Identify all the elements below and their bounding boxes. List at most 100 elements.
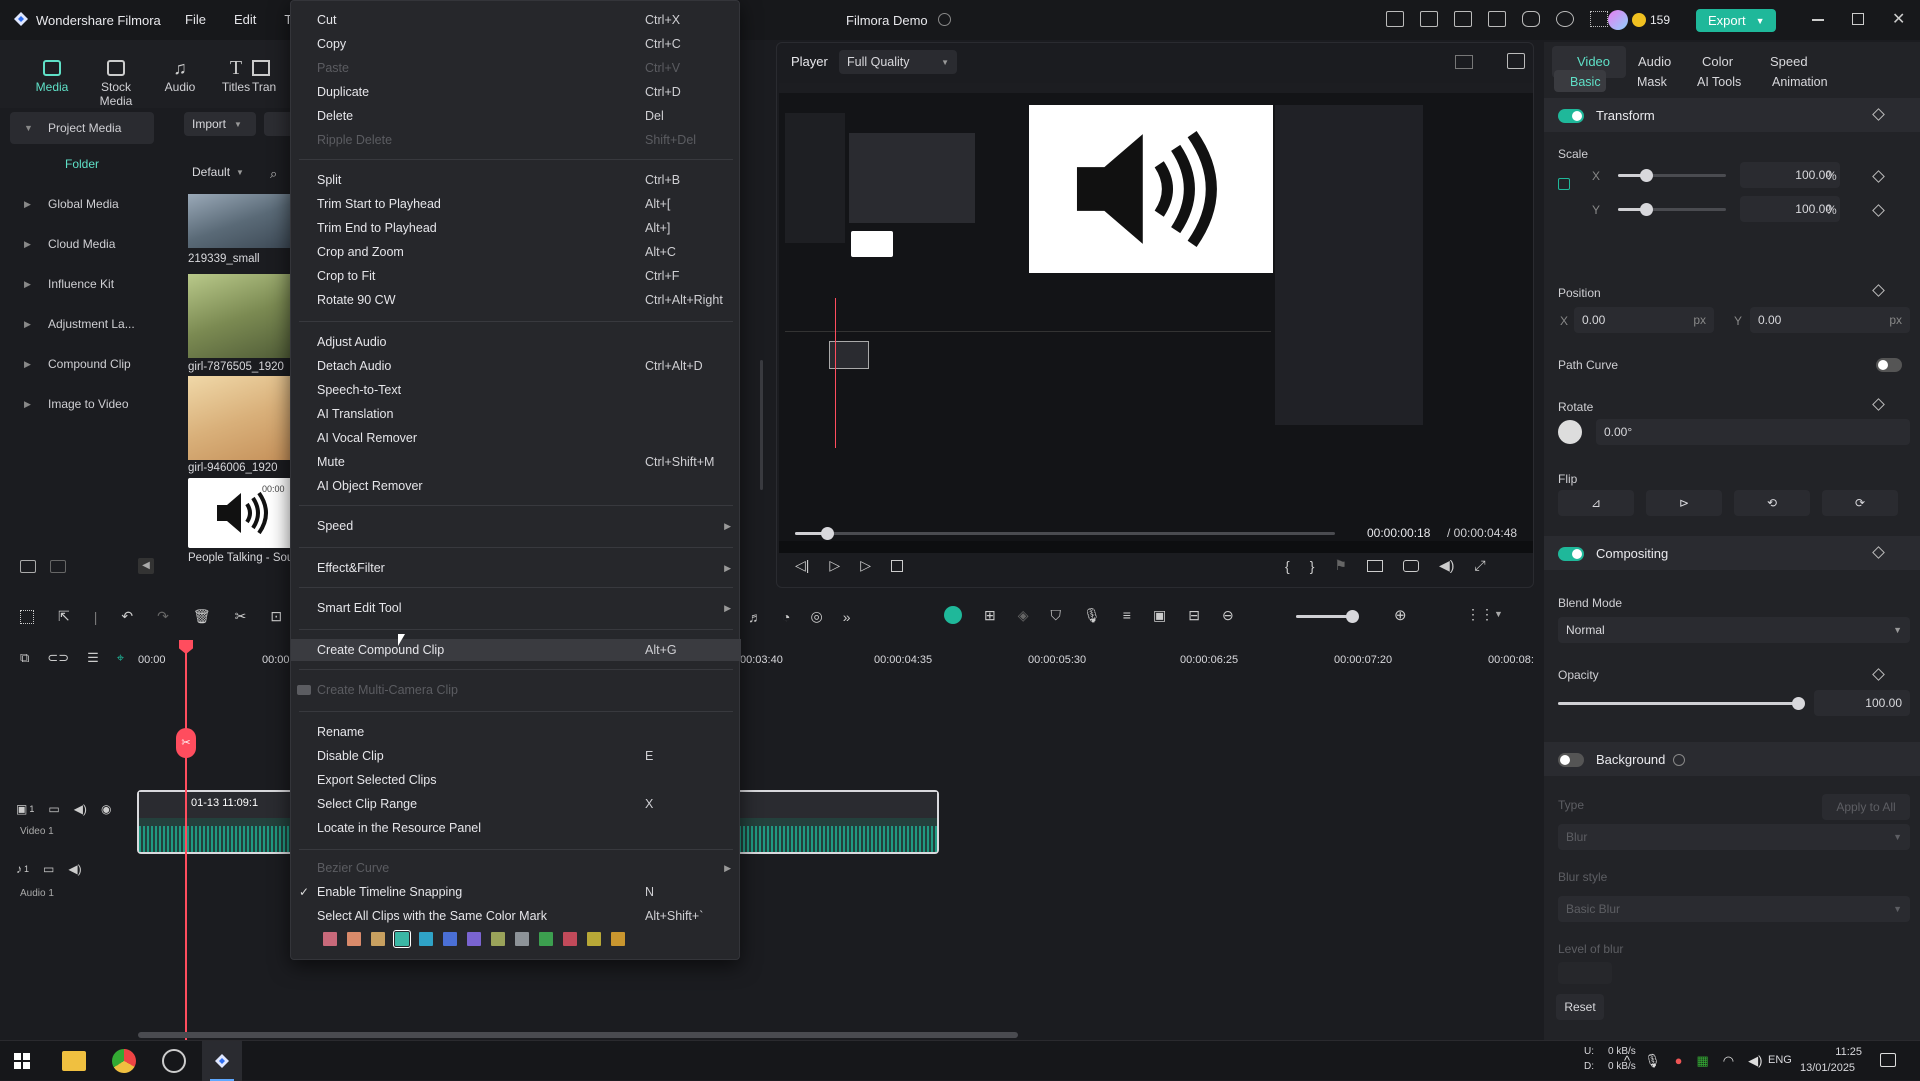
lock-ratio-icon[interactable] [1558,178,1570,190]
color-mark-swatch[interactable] [371,932,385,946]
tab-video[interactable]: Video [1577,54,1610,69]
search-icon[interactable]: ⌕ [270,166,277,182]
rotate-right-button[interactable]: ⟳ [1822,490,1898,516]
tool-media[interactable]: Media [20,56,84,94]
subtab-animation[interactable]: Animation [1772,75,1828,89]
track-manager-icon[interactable]: ☰ [87,650,99,666]
transform-toggle[interactable] [1558,108,1584,123]
eye-icon[interactable]: ◉ [101,802,111,816]
split-marker-icon[interactable]: ✂ [176,728,196,758]
keyframe-icon[interactable] [1872,284,1885,297]
apps-grid-icon[interactable] [1590,11,1608,27]
menu-item-crop-to-fit[interactable]: Crop to Fit Ctrl+F [291,265,741,287]
add-track-icon[interactable]: ⧉ [20,650,29,666]
cloud-upload-icon[interactable] [1522,11,1540,27]
menu-item-ai-object-remover[interactable]: AI Object Remover [291,475,741,497]
path-curve-toggle[interactable] [1876,358,1902,372]
menu-item-smart-edit-tool[interactable]: Smart Edit Tool ▶ [291,597,741,619]
menu-edit[interactable]: Edit [234,12,256,27]
menu-item-speed[interactable]: Speed ▶ [291,515,741,537]
menu-item-select-all-clips-with-the-same-color-mark[interactable]: Select All Clips with the Same Color Mar… [291,905,741,927]
rotate-left-button[interactable]: ⟲ [1734,490,1810,516]
support-icon[interactable] [1556,11,1574,27]
menu-item-select-clip-range[interactable]: Select Clip Range X [291,793,741,815]
help-icon[interactable] [1673,753,1686,766]
keyframe-tool-icon[interactable]: ◈ [1018,607,1029,624]
tab-audio[interactable]: Audio [1638,54,1671,69]
grid-view-icon[interactable] [1455,55,1473,69]
stop-icon[interactable] [890,559,903,572]
playback-progress[interactable] [795,527,1335,540]
step-back-icon[interactable]: ◁| [795,557,809,574]
nav-folder[interactable]: Folder [10,144,154,184]
color-mark-swatch[interactable] [393,930,411,948]
layout-icon[interactable] [20,609,34,624]
menu-item-detach-audio[interactable]: Detach Audio Ctrl+Alt+D [291,355,741,377]
notifications-icon[interactable] [1880,1053,1896,1067]
menu-file[interactable]: File [185,12,206,27]
chevron-up-icon[interactable]: ^ [1624,1053,1630,1069]
color-mark-swatch[interactable] [467,932,481,946]
scale-x-input[interactable]: 100.00 [1740,162,1840,188]
crop-icon[interactable]: ⊡ [270,608,282,625]
file-explorer-icon[interactable] [62,1051,86,1071]
motion-tracking-icon[interactable]: ◎ [810,608,822,625]
blur-level-option[interactable] [1558,962,1612,984]
menu-item-disable-clip[interactable]: Disable Clip E [291,745,741,767]
playhead[interactable] [185,640,187,1040]
avatar[interactable] [1608,10,1628,30]
blend-mode-dropdown[interactable]: Normal ▼ [1558,617,1910,643]
timeline-scrollbar[interactable] [138,1032,1018,1038]
tab-color[interactable]: Color [1702,54,1733,69]
snapshot-image-icon[interactable] [1507,53,1525,69]
layout-icon[interactable] [1454,11,1472,27]
menu-item-adjust-audio[interactable]: Adjust Audio [291,331,741,353]
color-mark-swatch[interactable] [491,932,505,946]
windows-start-icon[interactable] [14,1053,30,1069]
smart-cut-icon[interactable]: ⊞ [984,607,996,624]
volume-icon[interactable]: ◀) [68,862,81,876]
menu-item-ai-translation[interactable]: AI Translation [291,403,741,425]
chevron-down-icon[interactable]: ▼ [1494,609,1503,619]
notes-icon[interactable] [1420,11,1438,27]
subtab-ai-tools[interactable]: AI Tools [1697,75,1741,89]
nav-influence-kit[interactable]: ▶ Influence Kit [10,264,154,304]
color-mark-swatch[interactable] [587,932,601,946]
nav-global-media[interactable]: ▶ Global Media [10,184,154,224]
new-folder-icon[interactable] [20,560,36,573]
audio-beat-icon[interactable]: ♬ [748,609,762,625]
menu-item-cut[interactable]: Cut Ctrl+X [291,9,741,31]
app-tray-icon[interactable]: ▦ [1696,1053,1708,1069]
speed-ramp-icon[interactable]: ◔ [782,609,790,625]
keyframe-icon[interactable] [1872,668,1885,681]
menu-item-rotate-90-cw[interactable]: Rotate 90 CW Ctrl+Alt+Right [291,289,741,311]
nav-image-to-video[interactable]: ▶ Image to Video [10,384,154,424]
menu-item-export-selected-clips[interactable]: Export Selected Clips [291,769,741,791]
delete-icon[interactable]: 🗑 [193,608,211,625]
collapse-panel-icon[interactable]: ◀ [138,558,154,574]
auto-ripple-icon[interactable] [944,606,962,624]
keyframe-icon[interactable] [1872,204,1885,217]
color-mark-swatch[interactable] [515,932,529,946]
menu-item-trim-start-to-playhead[interactable]: Trim Start to Playhead Alt+[ [291,193,741,215]
menu-item-duplicate[interactable]: Duplicate Ctrl+D [291,81,741,103]
flip-vertical-button[interactable]: ⊳ [1646,490,1722,516]
menu-item-mute[interactable]: Mute Ctrl+Shift+M [291,451,741,473]
nav-compound-clip[interactable]: ▶ Compound Clip [10,344,154,384]
sort-dropdown[interactable]: Default ▼ [192,165,244,179]
record-icon[interactable]: ● [1675,1053,1683,1069]
menu-item-effect-filter[interactable]: Effect&Filter ▶ [291,557,741,579]
background-toggle[interactable] [1558,752,1584,767]
bg-type-dropdown[interactable]: Blur ▼ [1558,824,1910,850]
media-thumb-city[interactable] [188,194,300,248]
menu-item-trim-end-to-playhead[interactable]: Trim End to Playhead Alt+] [291,217,741,239]
apply-to-all-button[interactable]: Apply to All [1822,794,1910,820]
step-forward-icon[interactable]: ▷ [829,557,840,574]
volume-icon[interactable]: ◀) [74,802,87,816]
media-thumb-girl-smile[interactable] [188,376,300,460]
marker-icon[interactable]: ⚑ [1334,557,1347,574]
display-icon[interactable] [1366,559,1383,572]
tool-transitions[interactable]: Tran [252,56,292,94]
audio-mix-icon[interactable]: ≡ [1123,607,1131,623]
zoom-in-icon[interactable]: ⊕ [1394,606,1407,624]
